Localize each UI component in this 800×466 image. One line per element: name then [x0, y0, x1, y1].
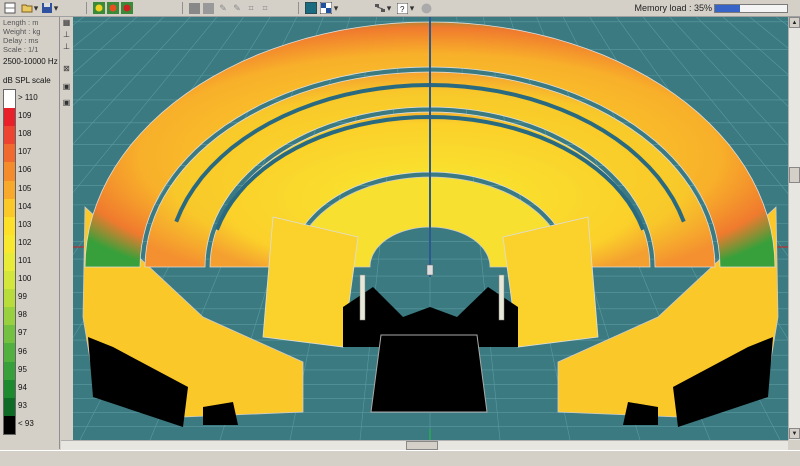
new-grid-icon[interactable]: [3, 1, 17, 15]
memory-load-fill: [715, 5, 741, 12]
draw-tool-icon[interactable]: ✎: [231, 1, 243, 15]
scale-label: 104: [18, 201, 32, 211]
status-bar: [0, 450, 800, 466]
side-tools: ▦ ⊥ ⊥ ⊠ ▣ ▣: [61, 17, 73, 449]
scale-label: < 93: [18, 418, 34, 428]
scale-label: 97: [18, 328, 27, 338]
scale-label: 107: [18, 147, 32, 157]
scale-swatch: [4, 198, 15, 218]
svg-text:?: ?: [400, 5, 405, 14]
scale-swatch: [4, 90, 15, 109]
frequency-range-label: 2500-10000 Hz: [3, 57, 58, 66]
scale-swatch: [4, 180, 15, 200]
scale-swatch: [4, 289, 15, 308]
spl-scale-title: dB SPL scale: [3, 76, 51, 85]
network-icon[interactable]: [373, 1, 387, 15]
scale-label: 106: [18, 165, 32, 175]
edit-tool-icon[interactable]: ⌗: [245, 1, 257, 15]
scale-label: 105: [18, 183, 32, 193]
draw-tool-icon[interactable]: ✎: [217, 1, 229, 15]
grid-layout-icon[interactable]: [319, 1, 333, 15]
dropdown-arrow-icon[interactable]: ▾: [386, 1, 392, 15]
layer-icon[interactable]: [202, 1, 214, 15]
vertical-scrollbar[interactable]: ▲ ▼: [788, 17, 800, 440]
scale-label: 109: [18, 111, 32, 121]
application-window: ▾ ▾ ✎ ✎ ⌗ ⌗ ▾ ▾ ? ▾ Memory load: 35% Le…: [0, 0, 800, 466]
scale-label: 102: [18, 237, 32, 247]
memory-load-label: Memory load : 35%: [634, 3, 712, 13]
speaker-array: [359, 274, 366, 321]
scale-swatch: [4, 252, 15, 272]
scale-swatch: [4, 216, 15, 236]
scale-swatch: [4, 325, 15, 344]
shape-icon[interactable]: [420, 1, 432, 15]
frame-tool-icon[interactable]: ⊠: [61, 63, 72, 74]
scale-swatch: [4, 361, 15, 381]
scale-label: Scale : 1/1: [3, 45, 39, 54]
map-tool-icon[interactable]: ▣: [61, 97, 72, 108]
map-view-icon[interactable]: [120, 1, 134, 15]
dropdown-arrow-icon[interactable]: ▾: [33, 1, 39, 15]
layer-icon[interactable]: [188, 1, 200, 15]
scale-label: 95: [18, 364, 27, 374]
memory-load-bar: [714, 4, 788, 13]
dropdown-arrow-icon[interactable]: ▾: [333, 1, 339, 15]
scale-label: 108: [18, 129, 32, 139]
toolbar-separator: [86, 2, 87, 14]
scale-swatch: [4, 162, 15, 181]
stage: [370, 334, 488, 413]
scale-swatch: [4, 379, 15, 399]
scale-label: 93: [18, 400, 27, 410]
scale-label: 94: [18, 382, 27, 392]
scale-label: 103: [18, 219, 32, 229]
floor-grid: [73, 17, 788, 440]
scale-label: 96: [18, 346, 27, 356]
scale-swatch: [4, 144, 15, 163]
toolbar: ▾ ▾ ✎ ✎ ⌗ ⌗ ▾ ▾ ? ▾ Memory load: 35%: [0, 0, 800, 17]
scale-label: > 110: [18, 93, 38, 103]
scale-swatch: [4, 397, 15, 417]
scale-swatch: [4, 126, 15, 145]
view-color-icon[interactable]: [304, 1, 318, 15]
spl-map-view[interactable]: [73, 17, 788, 440]
horizontal-scrollbar[interactable]: [61, 440, 788, 450]
spl-color-scale: [3, 89, 16, 435]
weight-unit-label: Weight : kg: [3, 27, 41, 36]
cursor-tool-icon[interactable]: ⊥: [61, 41, 72, 52]
scroll-up-icon[interactable]: ▲: [789, 17, 800, 28]
speaker-cluster: [426, 264, 434, 276]
delay-unit-label: Delay : ms: [3, 36, 39, 45]
scale-swatch: [4, 307, 15, 326]
scale-label: 100: [18, 274, 32, 284]
save-disk-icon[interactable]: [40, 1, 54, 15]
cursor-tool-icon[interactable]: ⊥: [61, 29, 72, 40]
legend-panel: Length : m Weight : kg Delay : ms Scale …: [0, 17, 60, 449]
open-folder-icon[interactable]: [20, 1, 34, 15]
scale-swatch: [4, 343, 15, 363]
dropdown-arrow-icon[interactable]: ▾: [53, 1, 59, 15]
toolbar-separator: [182, 2, 183, 14]
scale-swatch: [4, 271, 15, 290]
map-view-icon[interactable]: [106, 1, 120, 15]
scale-swatch: [4, 415, 15, 435]
scrollbar-thumb[interactable]: [406, 441, 438, 450]
map-view-icon[interactable]: [92, 1, 106, 15]
help-icon[interactable]: ?: [396, 1, 408, 15]
scale-swatch: [4, 108, 15, 127]
length-unit-label: Length : m: [3, 18, 39, 27]
scale-label: 99: [18, 292, 27, 302]
scale-label: 98: [18, 310, 27, 320]
grid-tool-icon[interactable]: ▦: [61, 17, 72, 28]
speaker-array: [498, 274, 505, 321]
scale-label: 101: [18, 256, 32, 265]
dropdown-arrow-icon[interactable]: ▾: [409, 1, 415, 15]
toolbar-separator: [298, 2, 299, 14]
scrollbar-thumb[interactable]: [789, 167, 800, 183]
scroll-down-icon[interactable]: ▼: [789, 428, 800, 439]
scale-swatch: [4, 234, 15, 254]
edit-tool-icon[interactable]: ⌗: [259, 1, 271, 15]
map-tool-icon[interactable]: ▣: [61, 81, 72, 92]
